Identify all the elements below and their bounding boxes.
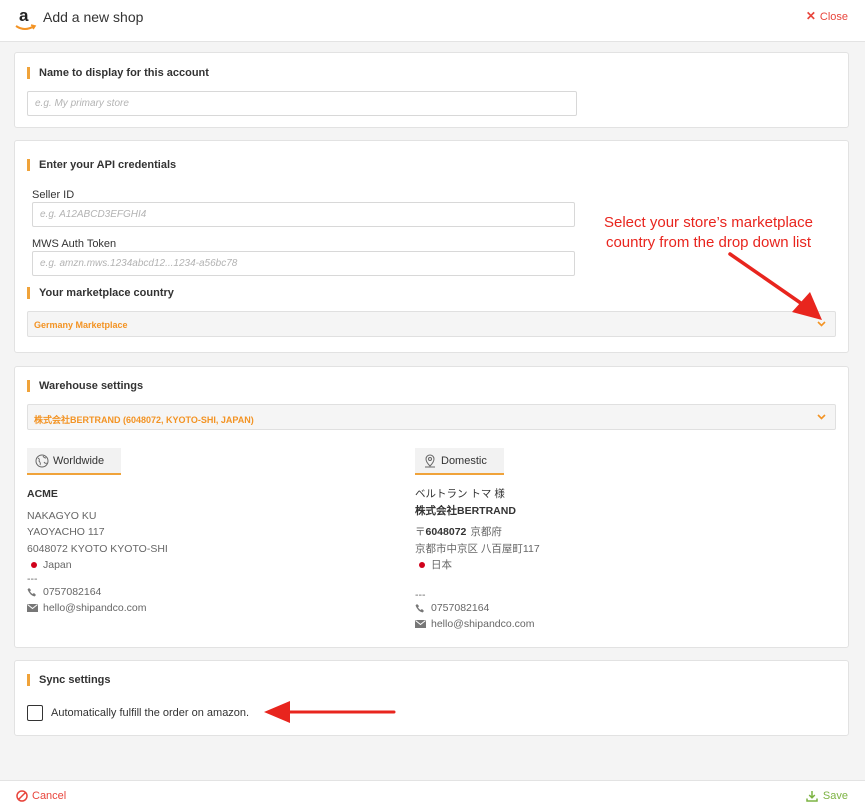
download-icon	[806, 791, 818, 802]
warehouse-select-value: 株式会社BERTRAND (6048072, KYOTO-SHI, JAPAN)	[34, 415, 254, 425]
display-name-heading: Name to display for this account	[27, 67, 209, 79]
worldwide-email-value: hello@shipandco.com	[43, 602, 147, 614]
annotation-line-1: Select your store’s marketplace	[604, 214, 813, 231]
chevron-down-icon	[817, 414, 826, 420]
api-credentials-heading: Enter your API credentials	[27, 159, 176, 171]
worldwide-country-name: Japan	[43, 559, 72, 571]
domestic-postal-line: 〒 6048072 京都府	[415, 524, 835, 541]
phone-icon	[27, 587, 39, 597]
envelope-icon	[415, 620, 427, 629]
sync-settings-section: Sync settings Automatically fulfill the …	[14, 660, 849, 736]
display-name-input[interactable]	[27, 91, 577, 116]
worldwide-country: Japan	[27, 557, 387, 574]
close-icon: ✕	[805, 9, 816, 23]
auto-fulfill-checkbox[interactable]	[27, 705, 43, 721]
tab-domestic[interactable]: Domestic	[415, 448, 504, 475]
marketplace-country-select[interactable]: Germany Marketplace	[27, 311, 836, 337]
save-button[interactable]: Save	[806, 790, 848, 802]
save-label: Save	[822, 790, 848, 802]
domestic-address: ベルトラン トマ 様 株式会社BERTRAND 〒 6048072 京都府 京都市中…	[415, 486, 835, 633]
domestic-separator: ---	[415, 588, 426, 601]
mws-token-input[interactable]	[32, 251, 575, 276]
domestic-contact: ベルトラン トマ 様	[415, 488, 505, 500]
domestic-email-value: hello@shipandco.com	[431, 618, 535, 630]
worldwide-address-line1: NAKAGYO KU	[27, 509, 97, 522]
annotation-text: Select your store’s marketplace country …	[576, 213, 841, 253]
seller-id-label: Seller ID	[32, 189, 75, 201]
domestic-email: hello@shipandco.com	[415, 616, 835, 633]
close-button[interactable]: ✕ Close	[806, 9, 848, 23]
worldwide-address: ACME NAKAGYO KU YAOYACHO 117 6048072 KYO…	[27, 486, 387, 617]
mws-token-label: MWS Auth Token	[32, 238, 117, 250]
worldwide-address-line3: 6048072 KYOTO KYOTO-SHI	[27, 542, 168, 555]
annotation-arrow-icon	[728, 252, 822, 320]
worldwide-phone-value: 0757082164	[43, 585, 102, 598]
domestic-country-name: 日本	[431, 559, 452, 571]
worldwide-address-line2: YAOYACHO 117	[27, 526, 105, 538]
warehouse-heading: Warehouse settings	[27, 380, 143, 392]
tab-worldwide[interactable]: Worldwide	[27, 448, 121, 475]
domestic-street: 京都市中京区 八百屋町117	[415, 542, 540, 555]
tab-worldwide-label: Worldwide	[53, 454, 105, 467]
cancel-button[interactable]: Cancel	[16, 790, 66, 802]
domestic-country: 日本	[415, 557, 835, 574]
annotation-arrow-icon	[264, 701, 396, 723]
cancel-icon	[16, 790, 28, 802]
domestic-postal-code: 6048072	[425, 526, 467, 538]
worldwide-email: hello@shipandco.com	[27, 600, 387, 617]
marketplace-country-value: Germany Marketplace	[34, 320, 128, 330]
tab-domestic-label: Domestic	[441, 454, 487, 467]
worldwide-phone: 0757082164	[27, 584, 387, 601]
worldwide-name: ACME	[27, 488, 58, 500]
seller-id-input[interactable]	[32, 202, 575, 227]
marketplace-country-heading: Your marketplace country	[27, 287, 174, 299]
warehouse-select[interactable]: 株式会社BERTRAND (6048072, KYOTO-SHI, JAPAN)	[27, 404, 836, 430]
display-name-section: Name to display for this account	[14, 52, 849, 128]
postal-mark: 〒	[415, 526, 426, 538]
domestic-phone: 0757082164	[415, 600, 835, 617]
phone-icon	[415, 603, 427, 613]
sync-settings-heading: Sync settings	[27, 674, 111, 686]
cancel-label: Cancel	[32, 790, 67, 802]
header-bar: a Add a new shop ✕ Close	[0, 0, 865, 42]
amazon-logo-icon: a	[14, 6, 40, 34]
warehouse-section: Warehouse settings 株式会社BERTRAND (6048072…	[14, 366, 849, 648]
globe-icon	[35, 454, 49, 467]
footer-bar: Cancel Save	[0, 780, 865, 812]
domestic-prefecture: 京都府	[470, 526, 502, 538]
auto-fulfill-label[interactable]: Automatically fulfill the order on amazo…	[51, 707, 249, 719]
japan-flag-icon	[31, 562, 37, 569]
japan-flag-icon	[419, 562, 425, 569]
domestic-phone-value: 0757082164	[431, 601, 490, 614]
envelope-icon	[27, 604, 39, 613]
location-pin-icon	[425, 453, 435, 467]
page-title: Add a new shop	[43, 9, 144, 25]
worldwide-separator: ---	[27, 572, 38, 585]
domestic-company: 株式会社BERTRAND	[415, 504, 516, 517]
close-label: Close	[819, 11, 848, 23]
